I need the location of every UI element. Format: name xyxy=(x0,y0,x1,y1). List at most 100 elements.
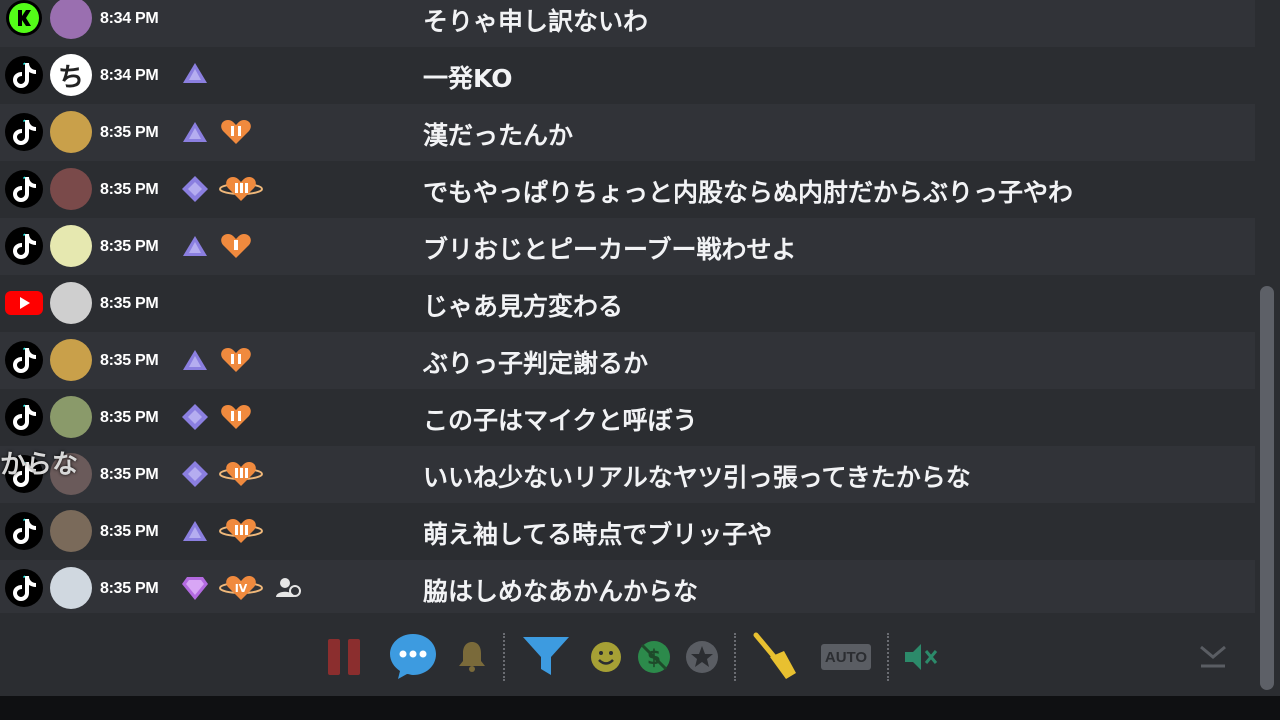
message-timestamp: 8:35 PM xyxy=(100,295,159,312)
message-text: この子はマイクと呼ぼう xyxy=(423,406,698,435)
youtube-icon xyxy=(5,284,43,322)
chat-message-row[interactable]: ち 8:34 PM 一発KO xyxy=(0,47,1255,104)
heart-2-badge xyxy=(219,403,253,435)
message-timestamp: 8:35 PM xyxy=(100,580,159,597)
chat-message-row[interactable]: 8:35 PM じゃあ見方変わる xyxy=(0,275,1255,332)
scrollbar-thumb[interactable] xyxy=(1260,286,1274,690)
star-icon xyxy=(686,641,718,673)
chat-message-row[interactable]: 8:35 PM 漢だったんか xyxy=(0,104,1255,161)
heart-badge-icon xyxy=(221,348,251,372)
heart-3-badge xyxy=(219,517,263,549)
avatar[interactable] xyxy=(50,225,92,267)
triangle-badge-icon xyxy=(183,521,207,541)
chat-button[interactable] xyxy=(388,631,438,681)
filter-button[interactable] xyxy=(521,633,571,679)
badge-group xyxy=(181,118,253,150)
message-text: ブリおじとピーカーブー戦わせよ xyxy=(423,235,797,264)
message-timestamp: 8:35 PM xyxy=(100,181,159,198)
auto-label: AUTO xyxy=(824,648,868,666)
badge-group xyxy=(181,175,263,207)
triangle-badge xyxy=(181,519,209,547)
diamond-badge xyxy=(181,175,209,207)
heart-badge-icon xyxy=(219,519,263,543)
avatar[interactable] xyxy=(50,396,92,438)
tiktok-icon xyxy=(5,227,43,265)
chat-message-row[interactable]: 8:35 PM でもやっぱりちょっと内股ならぬ内肘だからぶりっ子やわ xyxy=(0,161,1255,218)
emoji-icon xyxy=(591,642,621,672)
message-text: 一発KO xyxy=(423,64,513,93)
triangle-badge xyxy=(181,120,209,148)
diamond-badge-icon xyxy=(182,404,208,430)
star-button[interactable] xyxy=(685,640,719,674)
heart-badge-icon: IV xyxy=(219,576,263,600)
message-timestamp: 8:34 PM xyxy=(100,10,159,27)
overlay-text: からな xyxy=(0,450,79,480)
chat-message-row[interactable]: 8:35 PM ぶりっ子判定謝るか xyxy=(0,332,1255,389)
chat-bubble-icon xyxy=(390,634,436,679)
avatar[interactable]: ち xyxy=(50,54,92,96)
tiktok-icon xyxy=(5,170,43,208)
avatar[interactable] xyxy=(50,282,92,324)
heart-badge-icon xyxy=(219,177,263,201)
diamond-badge xyxy=(181,460,209,492)
heart-badge-icon xyxy=(219,462,263,486)
avatar[interactable] xyxy=(50,168,92,210)
heart-badge-icon xyxy=(221,120,251,144)
toolbar-separator xyxy=(887,633,889,681)
svg-text:IV: IV xyxy=(235,582,248,595)
diamond-badge-icon xyxy=(182,176,208,202)
heart-3-badge xyxy=(219,460,263,492)
badge-group xyxy=(181,517,263,549)
triangle-badge-icon xyxy=(183,122,207,142)
tiktok-icon xyxy=(5,512,43,550)
triangle-badge-icon xyxy=(183,350,207,370)
avatar[interactable] xyxy=(50,111,92,153)
message-timestamp: 8:34 PM xyxy=(100,67,159,84)
chat-message-row[interactable]: 8:35 PM 萌え袖してる時点でブリッ子や xyxy=(0,503,1255,560)
scroll-to-bottom-button[interactable] xyxy=(1198,641,1228,671)
chat-message-row[interactable]: 8:35 PM この子はマイクと呼ぼう xyxy=(0,389,1255,446)
avatar[interactable] xyxy=(50,339,92,381)
message-text: 漢だったんか xyxy=(423,121,574,150)
triangle-badge xyxy=(181,234,209,262)
diamond-badge-icon xyxy=(182,461,208,487)
triangle-badge-icon xyxy=(183,236,207,256)
message-timestamp: 8:35 PM xyxy=(100,523,159,540)
heart-4-badge: IV xyxy=(219,574,263,606)
message-text: じゃあ見方変わる xyxy=(423,292,624,321)
message-text: いいね少ないリアルなヤツ引っ張ってきたからな xyxy=(423,463,971,492)
chat-message-row[interactable]: 8:34 PM そりゃ申し訳ないわ xyxy=(0,0,1255,47)
avatar[interactable] xyxy=(50,0,92,39)
message-timestamp: 8:35 PM xyxy=(100,238,159,255)
badge-group xyxy=(181,346,253,378)
pause-button[interactable] xyxy=(326,637,362,677)
speaker-mute-icon xyxy=(905,644,938,670)
heart-2-badge xyxy=(219,118,253,150)
message-timestamp: 8:35 PM xyxy=(100,409,159,426)
chevron-down-icon xyxy=(1200,645,1226,668)
coin-icon: $ xyxy=(638,641,670,673)
chat-message-row[interactable]: 8:35 PM IV 脇はしめなあかんからな xyxy=(0,560,1255,613)
bottom-bar xyxy=(0,696,1280,720)
chat-message-row[interactable]: 8:35 PM いいね少ないリアルなヤツ引っ張ってきたからな xyxy=(0,446,1255,503)
clear-button[interactable] xyxy=(750,631,800,681)
auto-button[interactable]: AUTO xyxy=(821,644,871,670)
mute-button[interactable] xyxy=(903,641,939,673)
emoji-button[interactable] xyxy=(590,641,622,673)
chat-list: 8:34 PM そりゃ申し訳ないわち 8:34 PM 一発KO 8:35 PM 漢だったん… xyxy=(0,0,1255,613)
chat-message-row[interactable]: 8:35 PM ブリおじとピーカーブー戦わせよ xyxy=(0,218,1255,275)
avatar[interactable] xyxy=(50,510,92,552)
toolbar-separator xyxy=(734,633,736,681)
message-text: ぶりっ子判定謝るか xyxy=(423,349,649,378)
badge-group xyxy=(181,232,253,264)
coin-button[interactable]: $ xyxy=(637,640,671,674)
notification-button[interactable] xyxy=(457,639,487,673)
tiktok-icon xyxy=(5,569,43,607)
pause-icon xyxy=(328,639,360,675)
avatar[interactable] xyxy=(50,567,92,609)
kick-icon xyxy=(6,0,42,36)
user-group-badge xyxy=(273,575,303,605)
filter-icon xyxy=(523,637,569,675)
badge-group: IV xyxy=(181,574,303,606)
toolbar: $ AUTO xyxy=(0,613,1255,696)
